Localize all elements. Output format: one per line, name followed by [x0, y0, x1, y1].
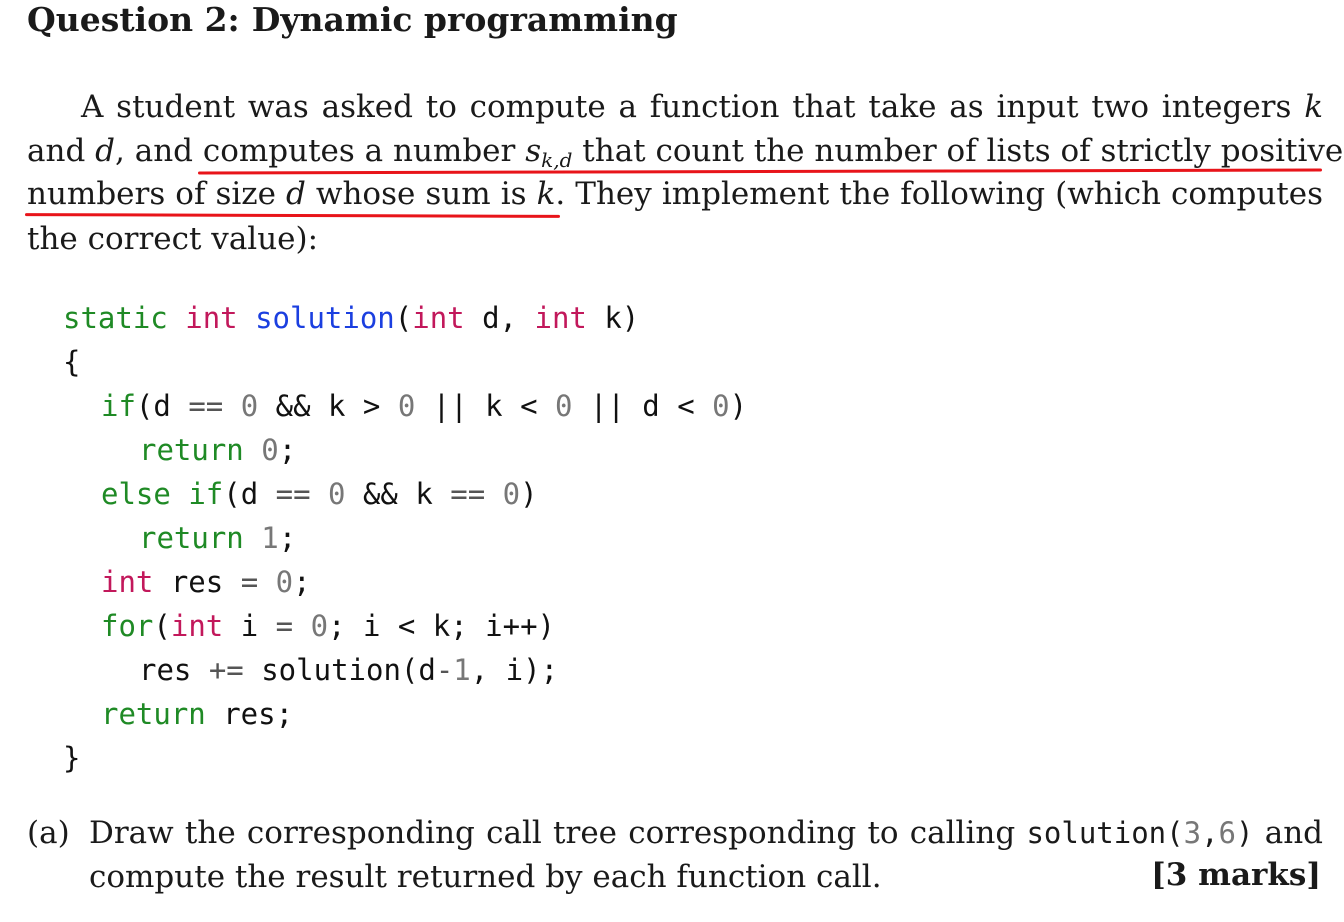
code-line: else if(d == 0 && k == 0): [101, 477, 538, 511]
annotation-underline-2: [24, 213, 561, 218]
question-heading: Question 2: Dynamic programming: [27, 0, 678, 40]
marks-label: [3 marks]: [1151, 857, 1321, 893]
code-line: }: [63, 741, 81, 775]
code-line: res += solution(d-1, i);: [139, 653, 559, 687]
part-a-label: (a): [27, 815, 70, 851]
call-expression: solution(3,6): [1026, 816, 1254, 850]
question-number: Question 2:: [27, 0, 240, 39]
part-a-line-2: compute the result returned by each func…: [89, 859, 882, 895]
paragraph-line-1: A student was asked to compute a functio…: [81, 89, 1324, 125]
part-a-line-1: Draw the corresponding call tree corresp…: [89, 815, 1324, 851]
code-line: return 0;: [139, 433, 297, 467]
paragraph-line-3: numbers of size d whose sum is k. They i…: [27, 176, 1324, 212]
code-line: static int solution(int d, int k): [63, 301, 640, 335]
code-line: return 1;: [139, 521, 297, 555]
question-title: Dynamic programming: [251, 0, 678, 39]
code-line: int res = 0;: [101, 565, 311, 599]
code-line: if(d == 0 && k > 0 || k < 0 || d < 0): [101, 389, 748, 423]
code-line: return res;: [101, 697, 294, 731]
code-line: {: [63, 345, 81, 379]
paragraph-line-4: the correct value):: [27, 221, 319, 257]
code-line: for(int i = 0; i < k; i++): [101, 609, 556, 643]
